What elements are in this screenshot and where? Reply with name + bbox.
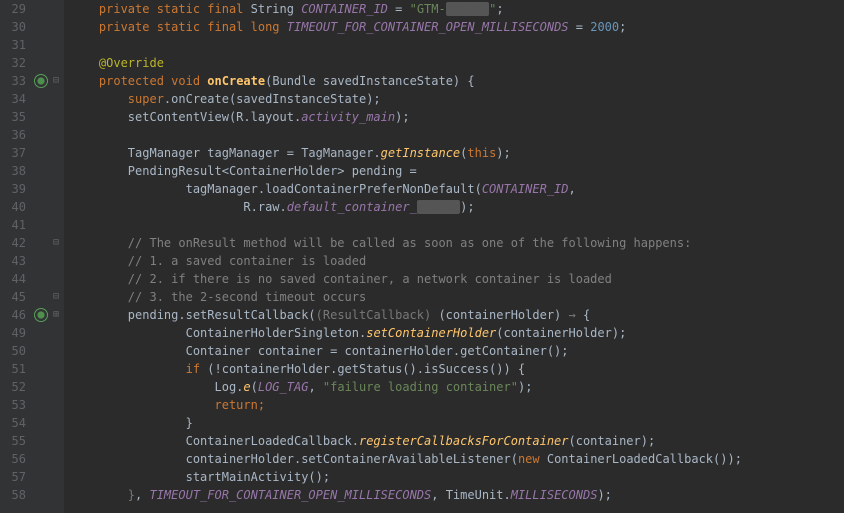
line-number: 54	[0, 414, 26, 432]
line-number: 36	[0, 126, 26, 144]
override-marker-icon[interactable]	[34, 74, 48, 88]
code-line[interactable]: // 2. if there is no saved container, a …	[70, 270, 742, 288]
line-numbers: 2930313233343536373839404142434445464950…	[0, 0, 32, 513]
line-number: 55	[0, 432, 26, 450]
line-number: 34	[0, 90, 26, 108]
fold-collapse-icon[interactable]: ⊟	[50, 234, 62, 252]
line-number: 37	[0, 144, 26, 162]
line-number: 58	[0, 486, 26, 504]
line-number: 52	[0, 378, 26, 396]
line-number: 30	[0, 18, 26, 36]
code-line[interactable]: @Override	[70, 54, 742, 72]
override-marker-icon[interactable]	[34, 308, 48, 322]
line-number: 41	[0, 216, 26, 234]
code-line[interactable]: private static final long TIMEOUT_FOR_CO…	[70, 18, 742, 36]
line-number: 57	[0, 468, 26, 486]
fold-collapse-icon[interactable]: ⊟	[50, 72, 62, 90]
code-line[interactable]: }, TIMEOUT_FOR_CONTAINER_OPEN_MILLISECON…	[70, 486, 742, 504]
line-number: 49	[0, 324, 26, 342]
code-line[interactable]: // The onResult method will be called as…	[70, 234, 742, 252]
line-number: 44	[0, 270, 26, 288]
code-line[interactable]: setContentView(R.layout.activity_main);	[70, 108, 742, 126]
code-line[interactable]: super.onCreate(savedInstanceState);	[70, 90, 742, 108]
code-line[interactable]: if (!containerHolder.getStatus().isSucce…	[70, 360, 742, 378]
code-line[interactable]: Log.e(LOG_TAG, "failure loading containe…	[70, 378, 742, 396]
fold-expand-icon[interactable]: ⊞	[50, 306, 62, 324]
line-number: 43	[0, 252, 26, 270]
code-line[interactable]: ContainerLoadedCallback.registerCallback…	[70, 432, 742, 450]
line-number: 31	[0, 36, 26, 54]
code-line[interactable]: R.raw.default_container_xxxxxx);	[70, 198, 742, 216]
code-line[interactable]: tagManager.loadContainerPreferNonDefault…	[70, 180, 742, 198]
line-number: 53	[0, 396, 26, 414]
code-line[interactable]: Container container = containerHolder.ge…	[70, 342, 742, 360]
code-line[interactable]: TagManager tagManager = TagManager.getIn…	[70, 144, 742, 162]
line-number: 38	[0, 162, 26, 180]
line-number: 56	[0, 450, 26, 468]
line-number: 42	[0, 234, 26, 252]
fold-column: ⊟⊟⊟⊞	[50, 0, 64, 513]
line-number: 45	[0, 288, 26, 306]
code-line[interactable]: pending.setResultCallback((ResultCallbac…	[70, 306, 742, 324]
code-editor[interactable]: 2930313233343536373839404142434445464950…	[0, 0, 844, 513]
line-number: 39	[0, 180, 26, 198]
line-number: 29	[0, 0, 26, 18]
line-number: 51	[0, 360, 26, 378]
code-line[interactable]: // 1. a saved container is loaded	[70, 252, 742, 270]
code-line[interactable]: ContainerHolderSingleton.setContainerHol…	[70, 324, 742, 342]
code-line[interactable]: return;	[70, 396, 742, 414]
line-number: 46	[0, 306, 26, 324]
code-line[interactable]	[70, 36, 742, 54]
line-number: 35	[0, 108, 26, 126]
code-line[interactable]: PendingResult<ContainerHolder> pending =	[70, 162, 742, 180]
code-line[interactable]	[70, 216, 742, 234]
code-line[interactable]: }	[70, 414, 742, 432]
editor-gutter: 2930313233343536373839404142434445464950…	[0, 0, 64, 513]
code-line[interactable]: protected void onCreate(Bundle savedInst…	[70, 72, 742, 90]
code-line[interactable]: // 3. the 2-second timeout occurs	[70, 288, 742, 306]
line-number: 33	[0, 72, 26, 90]
code-line[interactable]: containerHolder.setContainerAvailableLis…	[70, 450, 742, 468]
fold-collapse-icon[interactable]: ⊟	[50, 288, 62, 306]
code-line[interactable]: startMainActivity();	[70, 468, 742, 486]
line-number: 50	[0, 342, 26, 360]
code-line[interactable]	[70, 126, 742, 144]
code-line[interactable]: private static final String CONTAINER_ID…	[70, 0, 742, 18]
gutter-marks	[32, 0, 50, 513]
code-area[interactable]: private static final String CONTAINER_ID…	[64, 0, 742, 513]
line-number: 32	[0, 54, 26, 72]
line-number: 40	[0, 198, 26, 216]
